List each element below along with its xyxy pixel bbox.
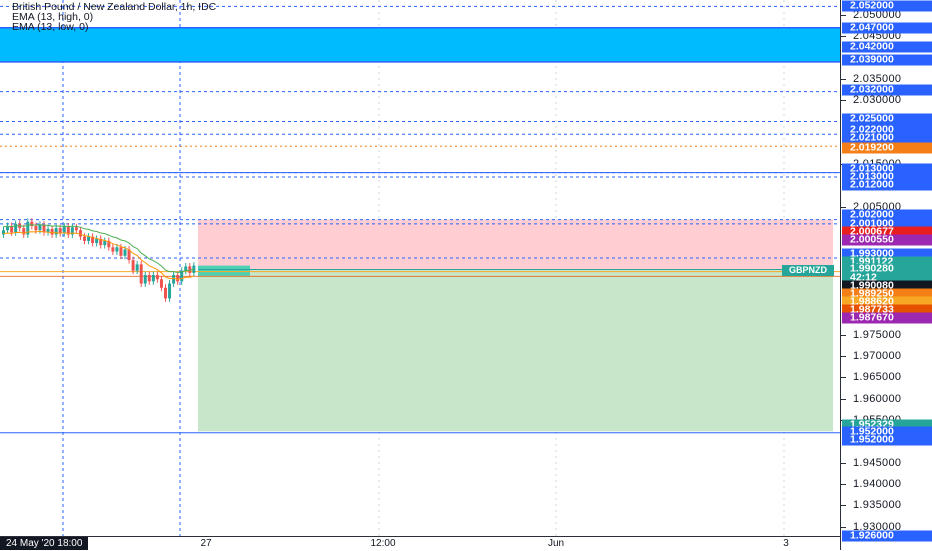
price-tick: 1.975000 [840,328,902,341]
price-label: 2.000550 [842,234,932,246]
candle-body[interactable] [42,224,46,233]
chart-legend: British Pound / New Zealand Dollar, 1h, … [12,2,216,33]
price-tick: 1.970000 [840,350,902,362]
ema-low-line[interactable] [3,230,194,280]
candle-body[interactable] [34,225,38,231]
price-label: 2.042000 [842,41,932,53]
symbol-tag: GBPNZD [782,265,834,276]
candle-body[interactable] [87,236,91,241]
time-label: 3 [783,538,789,549]
time-axis[interactable]: 27 12:00 Jun 3 [0,536,840,551]
candle-body[interactable] [155,275,159,280]
price-label: 1.987670 [842,312,932,324]
candle-body[interactable] [147,275,151,282]
candle-body[interactable] [123,249,127,256]
candle-body[interactable] [131,260,135,271]
entry-marker[interactable] [198,265,250,276]
price-label: 2.052000 [842,0,932,12]
price-label: 1.926000 [842,530,932,542]
take-profit-zone[interactable] [198,269,833,432]
price-label: 2.032000 [842,84,932,96]
candle-body[interactable] [58,228,62,234]
candle-body[interactable] [143,275,147,284]
candle-body[interactable] [74,227,78,231]
crosshair-date-label: 24 May '20 18:00 [0,537,89,550]
chart-canvas[interactable]: British Pound / New Zealand Dollar, 1h, … [0,0,840,536]
price-tick: 1.965000 [840,371,902,384]
time-label: 27 [200,538,212,549]
candle-body[interactable] [54,228,58,235]
supply-zone[interactable] [0,27,840,62]
price-label: 2.039000 [842,54,932,66]
legend-ema-low[interactable]: EMA (13, low, 0) [12,22,216,33]
price-tick: 1.935000 [840,499,902,512]
candle-body[interactable] [62,226,66,234]
candle-body[interactable] [119,247,123,256]
candle-body[interactable] [176,275,180,282]
price-label: 2.019200 [842,142,932,154]
candle-body[interactable] [103,240,107,246]
price-label: 2.047000 [842,22,932,34]
price-tick: 2.030000 [840,94,902,107]
candle-body[interactable] [95,238,99,244]
candle-body[interactable] [151,275,155,282]
price-label: 2.012000 [842,179,932,191]
candle-body[interactable] [83,236,86,241]
time-label: Jun [547,538,565,549]
chart-svg[interactable] [0,0,840,536]
candle-body[interactable] [115,247,119,252]
price-tick: 1.945000 [840,456,902,469]
candle-body[interactable] [135,264,139,271]
candle-body[interactable] [172,275,176,284]
price-label: 1.952000 [842,434,932,446]
candle-body[interactable] [168,283,172,299]
candle-body[interactable] [111,247,115,252]
candle-body[interactable] [50,228,54,235]
time-label: 12:00 [370,538,396,549]
candle-body[interactable] [164,287,167,299]
price-axis[interactable]: 2.0500002.0450002.0350002.0300002.015000… [840,0,932,550]
candle-body[interactable] [159,279,163,288]
stop-loss-zone[interactable] [198,219,833,270]
price-tick: 1.940000 [840,477,902,490]
candle-body[interactable] [139,264,143,284]
candle-body[interactable] [38,224,42,231]
price-tick: 1.960000 [840,392,902,405]
candle-body[interactable] [14,223,18,233]
